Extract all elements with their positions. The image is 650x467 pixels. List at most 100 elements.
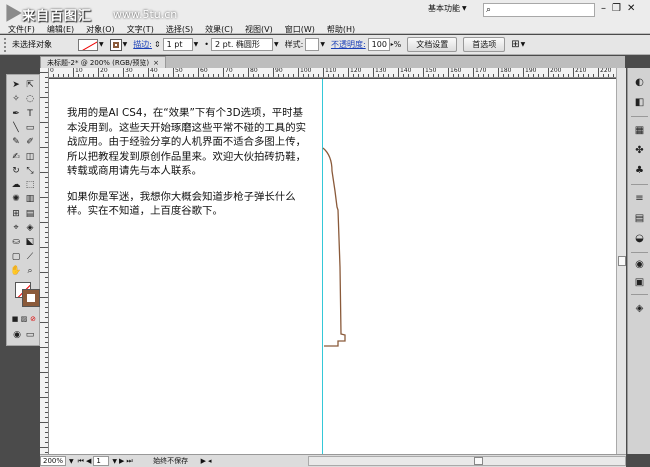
bullet-profile-path[interactable] xyxy=(49,79,616,454)
stroke-label[interactable]: 描边: xyxy=(133,39,152,50)
brush-control[interactable]: • 2 pt. 椭圆形 ▼ xyxy=(204,38,279,51)
zoom-field[interactable]: 200% xyxy=(40,456,66,466)
hand-tool-icon[interactable]: ✋ xyxy=(10,265,22,277)
menu-type[interactable]: 文字(T) xyxy=(121,24,160,35)
page-dropdown-icon[interactable]: ▼ xyxy=(112,458,117,465)
stepper-icon[interactable]: ⇕ xyxy=(154,40,161,49)
status-left-arrow-icon[interactable]: ◂ xyxy=(208,457,212,465)
symbol-sprayer-tool-icon[interactable]: ✺ xyxy=(10,193,22,205)
arrange-documents-control[interactable]: ⊞ ▼ xyxy=(511,39,525,50)
color-guide-panel-icon[interactable]: ◧ xyxy=(633,96,646,109)
rotate-tool-icon[interactable]: ↻ xyxy=(10,165,22,177)
gradient-panel-icon[interactable]: ▤ xyxy=(633,212,646,225)
preferences-button[interactable]: 首选项 xyxy=(463,37,506,52)
first-page-icon[interactable]: ⏮ xyxy=(78,457,84,466)
style-swatch[interactable] xyxy=(305,38,320,51)
vertical-ruler[interactable] xyxy=(40,68,49,454)
pencil-tool-icon[interactable]: ✐ xyxy=(24,136,36,148)
swatches-panel-icon[interactable]: ▦ xyxy=(633,124,646,137)
next-page-icon[interactable]: ▶ xyxy=(119,457,124,465)
vertical-scrollbar[interactable] xyxy=(616,68,626,454)
warp-tool-icon[interactable]: ☁ xyxy=(10,179,22,191)
horizontal-scrollbar[interactable] xyxy=(308,456,626,466)
menu-select[interactable]: 选择(S) xyxy=(160,24,199,35)
stroke-color-control[interactable]: ▼ xyxy=(109,38,127,51)
ruler-label: 130 xyxy=(375,68,387,74)
artboard-canvas[interactable]: 我用的是AI CS4，在“效果”下有个3D选项，平时基本没用到。这些天开始琢磨这… xyxy=(49,79,616,454)
ruler-tick xyxy=(45,362,48,363)
menu-object[interactable]: 对象(O) xyxy=(80,24,121,35)
minimize-button[interactable]: – xyxy=(601,3,606,14)
pen-tool-icon[interactable]: ✒ xyxy=(10,108,22,120)
vertical-scroll-thumb[interactable] xyxy=(618,256,626,266)
stroke-weight-field[interactable]: 1 pt xyxy=(162,38,193,51)
zoom-dropdown-icon[interactable]: ▼ xyxy=(69,458,74,465)
layers-panel-icon[interactable]: ◈ xyxy=(633,302,646,315)
zoom-tool-icon[interactable]: ⌕ xyxy=(24,265,36,277)
graphic-styles-panel-icon[interactable]: ▣ xyxy=(633,276,646,289)
last-page-icon[interactable]: ⏭ xyxy=(126,457,132,466)
fill-color-control[interactable]: ▼ xyxy=(78,38,104,51)
selection-tool-icon[interactable]: ➤ xyxy=(10,79,22,91)
type-tool-icon[interactable]: T xyxy=(24,108,36,120)
menu-window[interactable]: 窗口(W) xyxy=(279,24,321,35)
rectangle-tool-icon[interactable]: ▭ xyxy=(24,122,36,134)
direct-selection-tool-icon[interactable]: ⇱ xyxy=(24,79,36,91)
artboard-tool-icon[interactable]: ▢ xyxy=(10,251,22,263)
document-settings-button[interactable]: 文档设置 xyxy=(407,37,458,52)
search-input[interactable]: ⌕ xyxy=(483,3,595,17)
ruler-minor-tick xyxy=(113,74,114,77)
menu-help[interactable]: 帮助(H) xyxy=(321,24,361,35)
gradient-tool-icon[interactable]: ▤ xyxy=(24,208,36,220)
status-menu-icon[interactable]: ▶ xyxy=(201,457,206,465)
panel-grip-icon[interactable] xyxy=(4,37,8,52)
color-panel-icon[interactable]: ◐ xyxy=(633,76,646,89)
ruler-minor-tick xyxy=(58,74,59,77)
prev-page-icon[interactable]: ◀ xyxy=(86,457,91,465)
eyedropper-tool-icon[interactable]: ⌖ xyxy=(10,222,22,234)
free-transform-tool-icon[interactable]: ⬚ xyxy=(24,179,36,191)
mesh-tool-icon[interactable]: ⊞ xyxy=(10,208,22,220)
transparency-panel-icon[interactable]: ◒ xyxy=(633,232,646,245)
menu-edit[interactable]: 编辑(E) xyxy=(41,24,80,35)
live-paint-selection-tool-icon[interactable]: ⬕ xyxy=(24,236,36,248)
ruler-major-tick xyxy=(273,68,274,77)
chevron-down-icon[interactable]: ▼ xyxy=(320,41,325,48)
lasso-tool-icon[interactable]: ◌ xyxy=(24,93,36,105)
menu-view[interactable]: 视图(V) xyxy=(239,24,279,35)
magic-wand-tool-icon[interactable]: ✧ xyxy=(10,93,22,105)
horizontal-scroll-thumb[interactable] xyxy=(474,457,483,465)
eraser-tool-icon[interactable]: ◫ xyxy=(24,151,36,163)
appearance-panel-icon[interactable]: ◉ xyxy=(633,258,646,271)
horizontal-ruler[interactable]: 0 10 20 30 40 50 60 70 80 90 100 110 120 130 140 150 160… xyxy=(48,68,616,78)
chevron-down-icon[interactable]: ▼ xyxy=(194,41,199,48)
draw-mode-icon[interactable]: ◉ xyxy=(11,329,23,341)
brush-definition[interactable]: 2 pt. 椭圆形 xyxy=(211,38,273,51)
brushes-panel-icon[interactable]: ✤ xyxy=(633,144,646,157)
ruler-minor-tick xyxy=(208,74,209,77)
none-mode-icon[interactable]: ⊘ xyxy=(27,313,39,325)
opacity-label[interactable]: 不透明度: xyxy=(331,39,366,50)
tab-close-icon[interactable]: × xyxy=(153,59,159,67)
live-paint-bucket-tool-icon[interactable]: ⛀ xyxy=(10,236,22,248)
restore-button[interactable]: ❐ xyxy=(612,3,621,14)
stroke-panel-icon[interactable]: ≡ xyxy=(633,192,646,205)
menu-file[interactable]: 文件(F) xyxy=(6,24,41,35)
slice-tool-icon[interactable]: ⟋ xyxy=(24,251,36,263)
stroke-swatch-large-icon[interactable] xyxy=(22,289,40,307)
blend-tool-icon[interactable]: ◈ xyxy=(24,222,36,234)
document-tab[interactable]: 未标题-2* @ 200% (RGB/预览) × xyxy=(40,56,166,68)
close-button[interactable]: ✕ xyxy=(627,3,635,14)
paintbrush-tool-icon[interactable]: ✎ xyxy=(10,136,22,148)
page-field[interactable]: 1 xyxy=(93,456,110,466)
workspace-switcher[interactable]: 基本功能 ▼ xyxy=(428,3,467,14)
symbols-panel-icon[interactable]: ♣ xyxy=(633,164,646,177)
column-graph-tool-icon[interactable]: ▥ xyxy=(24,193,36,205)
blob-brush-tool-icon[interactable]: ✍ xyxy=(10,151,22,163)
menu-effect[interactable]: 效果(C) xyxy=(199,24,239,35)
line-tool-icon[interactable]: ╲ xyxy=(10,122,22,134)
ruler-tick xyxy=(45,342,48,343)
scale-tool-icon[interactable]: ⤡ xyxy=(24,165,36,177)
screen-mode-icon[interactable]: ▭ xyxy=(24,329,36,341)
opacity-field[interactable]: 100 xyxy=(367,38,390,51)
